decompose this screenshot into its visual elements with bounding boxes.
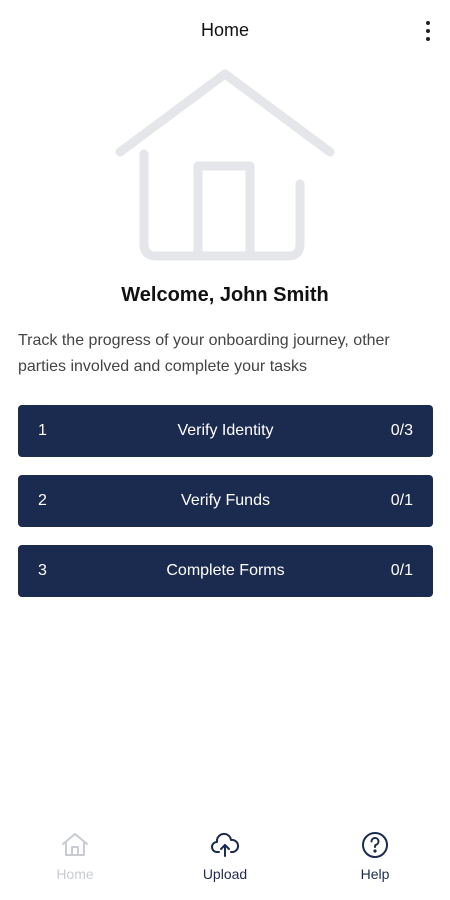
- task-label: Verify Funds: [181, 492, 270, 509]
- bottom-navigation: Home Upload Help: [0, 818, 450, 900]
- app-bar: Home: [0, 0, 450, 64]
- page-title: Home: [200, 20, 249, 40]
- house-icon: [115, 69, 335, 261]
- home-icon: [62, 833, 88, 856]
- task-label: Verify Identity: [177, 422, 274, 439]
- nav-upload-label: Upload: [202, 866, 248, 882]
- nav-upload[interactable]: Upload: [150, 818, 300, 900]
- nav-help[interactable]: Help: [300, 818, 450, 900]
- task-label: Complete Forms: [166, 562, 285, 579]
- task-progress-count: 0/1: [390, 562, 413, 579]
- nav-home[interactable]: Home: [0, 818, 150, 900]
- task-progress-count: 0/3: [390, 422, 413, 439]
- more-vertical-icon[interactable]: [420, 16, 436, 46]
- help-circle-icon: [362, 832, 388, 858]
- task-progress-count: 0/1: [390, 492, 413, 509]
- nav-home-label: Home: [56, 866, 94, 882]
- task-complete-forms-button[interactable]: 3 Complete Forms 0/1: [18, 545, 433, 597]
- cloud-upload-icon: [211, 832, 240, 857]
- task-verify-identity-button[interactable]: 1 Verify Identity 0/3: [18, 405, 433, 457]
- welcome-heading: Welcome, John Smith: [121, 284, 329, 306]
- task-verify-funds-button[interactable]: 2 Verify Funds 0/1: [18, 475, 433, 527]
- description-text: Track the progress of your onboarding jo…: [18, 332, 390, 375]
- nav-help-label: Help: [360, 866, 390, 882]
- task-list: 1 Verify Identity 0/3 2 Verify Funds 0/1…: [18, 405, 433, 615]
